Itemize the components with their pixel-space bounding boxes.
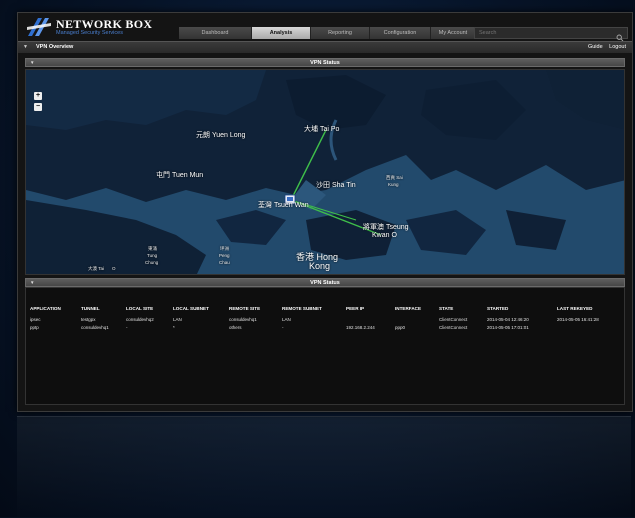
- map-label-sha-tin: 沙田 Sha Tin: [316, 182, 356, 189]
- section-header: ▼ VPN Overview Guide Logout: [18, 41, 632, 53]
- table-header-row: APPLICATION TUNNEL LOCAL SITE LOCAL SUBN…: [26, 306, 624, 314]
- cell-local-site: -: [126, 325, 128, 330]
- cell-remote-site: consuldevhq1: [229, 317, 257, 322]
- zoom-in-button[interactable]: +: [34, 92, 42, 100]
- main-nav-tabs: Dashboard Analysis Reporting Configurati…: [179, 27, 476, 39]
- map-label-sai-kung: 西貢 Sai: [386, 175, 403, 180]
- map-label-tai-o-2: O: [112, 266, 116, 271]
- brand-name: NETWORK BOX: [56, 16, 153, 31]
- map-label-peng-chau-en: Peng: [219, 253, 230, 258]
- map-label-tai-o: 大澳 Tai: [88, 266, 105, 271]
- map-label-hong-kong-2: Kong: [309, 261, 331, 271]
- table-row[interactable]: ipsec testgpx consuldevhq2 LAN consuldev…: [26, 317, 624, 325]
- col-local-subnet[interactable]: LOCAL SUBNET: [173, 306, 209, 311]
- cell-remote-subnet: LAN: [282, 317, 291, 322]
- cell-local-subnet: LAN: [173, 317, 182, 322]
- col-started[interactable]: STARTED: [487, 306, 508, 311]
- cell-local-subnet: *: [173, 325, 175, 330]
- table-panel-title: VPN Status: [310, 280, 340, 286]
- cell-remote-site: others: [229, 325, 242, 330]
- col-state[interactable]: STATE: [439, 306, 453, 311]
- vpn-map[interactable]: + − 元朗 Yuen Long 大埔 Tai Po 屯門 Tuen Mun 沙…: [25, 69, 625, 275]
- search-box: [474, 27, 628, 42]
- col-peer-ip[interactable]: PEER IP: [346, 306, 364, 311]
- map-label-tung-chung-en: Tung: [147, 253, 158, 258]
- map-terrain: [26, 70, 624, 274]
- map-label-tuen-mun: 屯門 Tuen Mun: [156, 172, 204, 179]
- section-title: VPN Overview: [36, 44, 74, 50]
- frame-reflection: [17, 416, 631, 518]
- map-label-peng-chau-en2: Chau: [219, 260, 230, 265]
- map-label-yuen-long: 元朗 Yuen Long: [196, 132, 246, 139]
- map-label-tai-po: 大埔 Tai Po: [304, 126, 340, 133]
- tab-reporting[interactable]: Reporting: [311, 27, 370, 39]
- app-window: NETWORK BOX Managed Security Services Da…: [17, 12, 633, 412]
- guide-link[interactable]: Guide: [588, 44, 603, 50]
- vpn-status-table: APPLICATION TUNNEL LOCAL SITE LOCAL SUBN…: [25, 287, 625, 405]
- col-remote-subnet[interactable]: REMOTE SUBNET: [282, 306, 322, 311]
- map-label-peng-chau: 坪洲: [220, 246, 229, 251]
- tab-analysis[interactable]: Analysis: [252, 27, 311, 39]
- map-label-tseung-kwan-o: 將軍澳 Tseung: [363, 224, 409, 231]
- map-panel-title: VPN Status: [310, 60, 340, 66]
- map-label-tsuen-wan: 荃灣 Tsuen Wan: [258, 202, 309, 209]
- cell-interface: ppp0: [395, 325, 406, 330]
- map-label-tseung-kwan-o-2: Kwan O: [372, 232, 397, 239]
- cell-started: 2014-05-05 17:01:01: [487, 325, 529, 330]
- map-panel-header: ▼ VPN Status: [25, 58, 625, 67]
- search-input[interactable]: [479, 30, 609, 36]
- cell-local-site: consuldevhq2: [126, 317, 154, 322]
- tab-dashboard[interactable]: Dashboard: [179, 27, 252, 39]
- cell-application: ipsec: [30, 317, 41, 322]
- cell-started: 2014-05-04 12:46:20: [487, 317, 529, 322]
- tab-my-account[interactable]: My Account: [431, 27, 476, 39]
- collapse-caret-icon[interactable]: ▼: [23, 44, 28, 50]
- table-panel-header: ▼ VPN Status: [25, 278, 625, 287]
- tab-configuration[interactable]: Configuration: [370, 27, 431, 39]
- brand-logo[interactable]: NETWORK BOX Managed Security Services: [26, 15, 152, 39]
- cell-state: ClientConnect: [439, 317, 468, 322]
- network-box-logo-icon: [26, 17, 52, 37]
- col-remote-site[interactable]: REMOTE SITE: [229, 306, 260, 311]
- col-tunnel[interactable]: TUNNEL: [81, 306, 100, 311]
- col-local-site[interactable]: LOCAL SITE: [126, 306, 153, 311]
- col-last-rekeyed[interactable]: LAST REKEYED: [557, 306, 592, 311]
- zoom-out-button[interactable]: −: [34, 103, 42, 111]
- map-label-tung-chung-en2: Chung: [145, 260, 159, 265]
- brand-tagline: Managed Security Services: [56, 29, 123, 36]
- cell-state: ClientConnect: [439, 325, 468, 330]
- cell-peer-ip: 192.168.2.244: [346, 325, 375, 330]
- search-icon[interactable]: [616, 29, 624, 42]
- col-application[interactable]: APPLICATION: [30, 306, 61, 311]
- logout-link[interactable]: Logout: [609, 44, 626, 50]
- map-label-sai-kung-en: Kung: [388, 182, 399, 187]
- cell-tunnel: testgpx: [81, 317, 96, 322]
- col-interface[interactable]: INTERFACE: [395, 306, 421, 311]
- cell-application: pptp: [30, 325, 39, 330]
- map-label-tung-chung: 東涌: [148, 246, 157, 251]
- cell-remote-subnet: -: [282, 325, 284, 330]
- table-row[interactable]: pptp consuldevhq1 - * others - 192.168.2…: [26, 325, 624, 333]
- cell-last-rekeyed: 2014-05-05 16:41:28: [557, 317, 599, 322]
- cell-tunnel: consuldevhq1: [81, 325, 109, 330]
